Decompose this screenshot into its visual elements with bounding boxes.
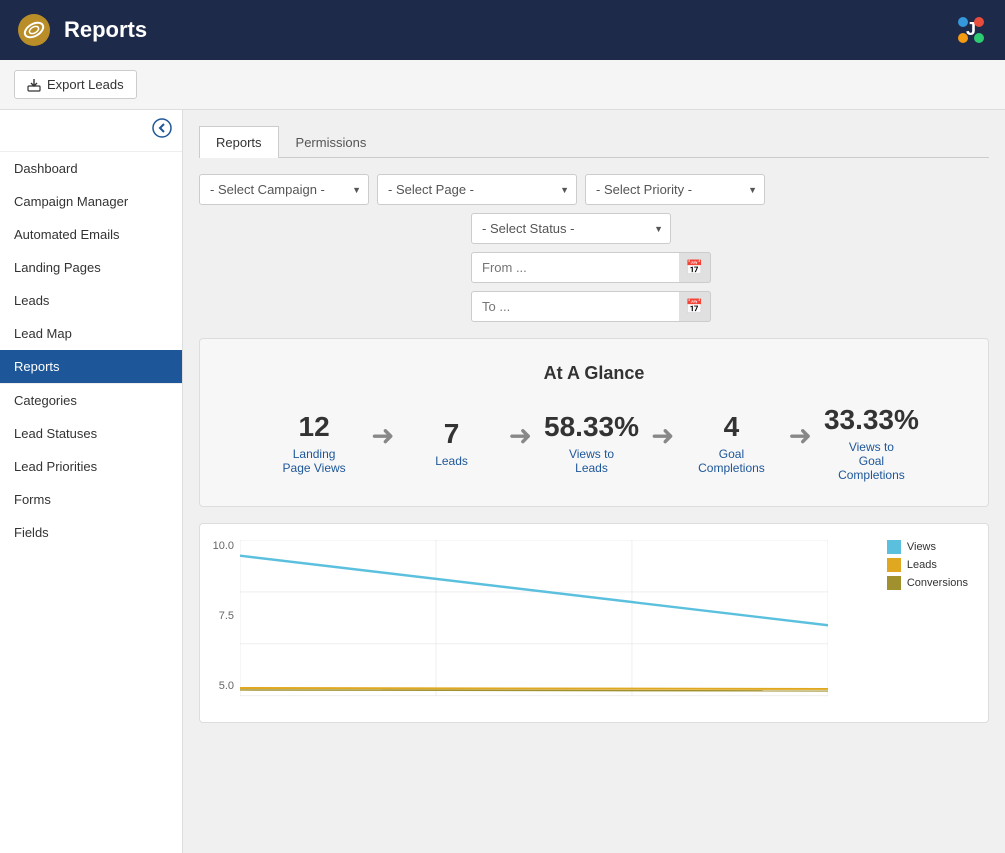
main-layout: DashboardCampaign ManagerAutomated Email… bbox=[0, 110, 1005, 853]
views-to-leads-value: 58.33% bbox=[544, 411, 639, 443]
at-a-glance-panel: At A Glance 12 LandingPage Views ➜ 7 Lea… bbox=[199, 338, 989, 507]
metrics-container: 12 LandingPage Views ➜ 7 Leads ➜ 58.33% … bbox=[220, 404, 968, 482]
sidebar-item-lead-map[interactable]: Lead Map bbox=[0, 317, 182, 350]
legend-conversions: Conversions bbox=[887, 576, 968, 590]
sidebar: DashboardCampaign ManagerAutomated Email… bbox=[0, 110, 183, 853]
legend-leads-label: Leads bbox=[907, 559, 937, 571]
legend-views: Views bbox=[887, 540, 968, 554]
from-date-input[interactable] bbox=[471, 252, 711, 283]
legend-leads-color bbox=[887, 558, 901, 572]
toolbar: Export Leads bbox=[0, 60, 1005, 110]
landing-page-views-value: 12 bbox=[269, 411, 359, 443]
page-select-wrapper: - Select Page - bbox=[377, 174, 577, 205]
landing-page-views-label: LandingPage Views bbox=[269, 447, 359, 475]
app-header: Reports J bbox=[0, 0, 1005, 60]
metric-views-to-leads: 58.33% Views toLeads bbox=[544, 411, 639, 475]
goal-completions-value: 4 bbox=[686, 411, 776, 443]
chart-svg bbox=[240, 540, 828, 697]
from-date-wrapper: 📅 bbox=[471, 252, 711, 283]
legend-conversions-color bbox=[887, 576, 901, 590]
chart-panel: 10.0 7.5 5.0 bbox=[199, 523, 989, 723]
sidebar-item-campaign-manager[interactable]: Campaign Manager bbox=[0, 185, 182, 218]
sidebar-item-fields[interactable]: Fields bbox=[0, 516, 182, 549]
views-to-goal-value: 33.33% bbox=[824, 404, 919, 436]
sidebar-toggle-area bbox=[0, 110, 182, 152]
legend-views-color bbox=[887, 540, 901, 554]
sidebar-nav: DashboardCampaign ManagerAutomated Email… bbox=[0, 152, 182, 549]
tabs-container: Reports Permissions bbox=[199, 126, 989, 158]
metric-goal-completions: 4 GoalCompletions bbox=[686, 411, 776, 475]
campaign-select[interactable]: - Select Campaign - bbox=[199, 174, 369, 205]
to-calendar-icon[interactable]: 📅 bbox=[679, 291, 711, 322]
leads-label: Leads bbox=[407, 454, 497, 468]
to-date-wrapper: 📅 bbox=[471, 291, 711, 322]
sidebar-item-reports[interactable]: Reports bbox=[0, 350, 182, 383]
chart-legend: Views Leads Conversions bbox=[887, 540, 968, 590]
metric-leads: 7 Leads bbox=[407, 418, 497, 468]
sidebar-item-dashboard[interactable]: Dashboard bbox=[0, 152, 182, 185]
goal-completions-label: GoalCompletions bbox=[686, 447, 776, 475]
sidebar-item-leads[interactable]: Leads bbox=[0, 284, 182, 317]
back-arrow-icon bbox=[152, 118, 172, 138]
at-a-glance-title: At A Glance bbox=[220, 363, 968, 384]
legend-views-label: Views bbox=[907, 541, 936, 553]
sidebar-item-lead-priorities[interactable]: Lead Priorities bbox=[0, 450, 182, 483]
main-content: Reports Permissions - Select Campaign - … bbox=[183, 110, 1005, 853]
to-date-input[interactable] bbox=[471, 291, 711, 322]
chart-y-axis: 10.0 7.5 5.0 bbox=[200, 540, 238, 692]
sidebar-collapse-button[interactable] bbox=[152, 118, 172, 143]
export-icon bbox=[27, 78, 41, 92]
sidebar-item-automated-emails[interactable]: Automated Emails bbox=[0, 218, 182, 251]
y-label-bottom: 5.0 bbox=[200, 680, 234, 692]
sidebar-item-lead-statuses[interactable]: Lead Statuses bbox=[0, 417, 182, 450]
y-label-top: 10.0 bbox=[200, 540, 234, 552]
filter-row-4: 📅 bbox=[471, 291, 989, 322]
arrow-2: ➜ bbox=[509, 419, 532, 452]
campaign-select-wrapper: - Select Campaign - bbox=[199, 174, 369, 205]
filter-row-1: - Select Campaign - - Select Page - - Se… bbox=[199, 174, 989, 205]
arrow-3: ➜ bbox=[651, 419, 674, 452]
from-calendar-icon[interactable]: 📅 bbox=[679, 252, 711, 283]
views-to-goal-label: Views toGoalCompletions bbox=[824, 440, 919, 482]
priority-select[interactable]: - Select Priority - bbox=[585, 174, 765, 205]
joomla-logo-icon: J bbox=[953, 12, 989, 48]
export-leads-button[interactable]: Export Leads bbox=[14, 70, 137, 99]
sidebar-item-landing-pages[interactable]: Landing Pages bbox=[0, 251, 182, 284]
page-title: Reports bbox=[64, 17, 147, 43]
arrow-4: ➜ bbox=[788, 419, 811, 452]
priority-select-wrapper: - Select Priority - bbox=[585, 174, 765, 205]
legend-leads: Leads bbox=[887, 558, 968, 572]
tab-reports[interactable]: Reports bbox=[199, 126, 279, 158]
views-to-leads-label: Views toLeads bbox=[544, 447, 639, 475]
leads-value: 7 bbox=[407, 418, 497, 450]
filter-row-2: - Select Status - bbox=[471, 213, 989, 244]
y-label-mid: 7.5 bbox=[200, 610, 234, 622]
spiral-logo-icon bbox=[16, 12, 52, 48]
metric-landing-page-views: 12 LandingPage Views bbox=[269, 411, 359, 475]
tab-permissions[interactable]: Permissions bbox=[279, 126, 384, 158]
metric-views-to-goal: 33.33% Views toGoalCompletions bbox=[824, 404, 919, 482]
status-select[interactable]: - Select Status - bbox=[471, 213, 671, 244]
page-select[interactable]: - Select Page - bbox=[377, 174, 577, 205]
legend-conversions-label: Conversions bbox=[907, 577, 968, 589]
arrow-1: ➜ bbox=[371, 419, 394, 452]
status-select-wrapper: - Select Status - bbox=[471, 213, 671, 244]
sidebar-item-forms[interactable]: Forms bbox=[0, 483, 182, 516]
sidebar-item-categories[interactable]: Categories bbox=[0, 383, 182, 417]
filter-row-3: 📅 bbox=[471, 252, 989, 283]
export-button-label: Export Leads bbox=[47, 77, 124, 92]
header-left: Reports bbox=[16, 12, 147, 48]
